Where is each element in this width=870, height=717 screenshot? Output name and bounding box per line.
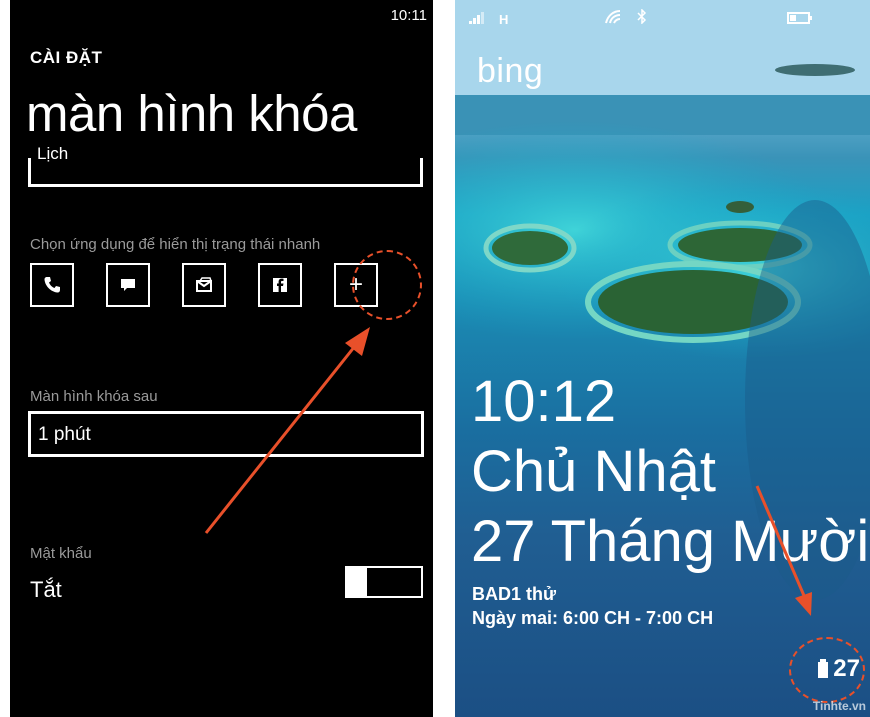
lock-screen: H bing 10:12 Chủ Nhật 27 Tháng Mười BAD1… (455, 0, 870, 717)
settings-screen: 10:11 CÀI ĐẶT màn hình khóa Lịch Chọn ứn… (10, 0, 433, 717)
annotation-arrow-right (755, 485, 812, 616)
watermark: Tinhte.vn (812, 699, 866, 713)
annotation-arrow-left (204, 327, 370, 534)
